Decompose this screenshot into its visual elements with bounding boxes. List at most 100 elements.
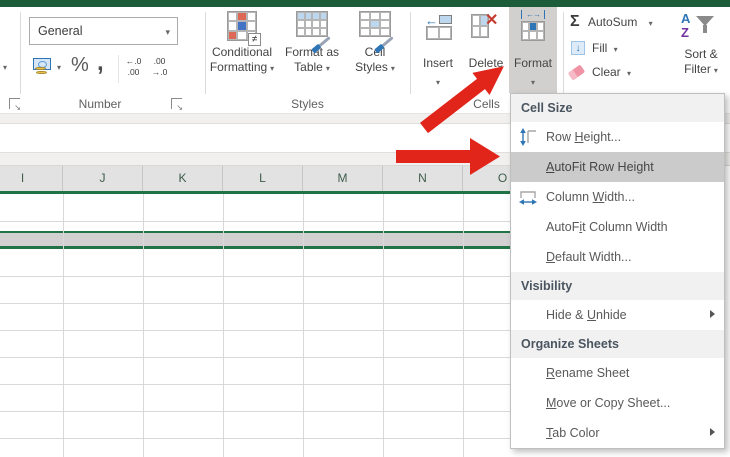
button-label: Insert — [422, 56, 453, 70]
accounting-format-button[interactable]: ▾ — [33, 56, 65, 80]
button-label: Styles — [355, 60, 388, 74]
menu-item-rename-sheet[interactable]: Rename Sheet — [511, 358, 724, 388]
filter-funnel-icon — [703, 25, 707, 33]
row-height-icon — [518, 127, 538, 147]
menu-item-label: Move or Copy Sheet... — [546, 396, 671, 410]
cell-styles-button[interactable]: Cell Styles ▾ — [346, 7, 404, 93]
title-bar — [0, 0, 730, 7]
menu-item-label: Row Height... — [546, 130, 622, 144]
button-label: Formatting — [209, 60, 268, 74]
sort-filter-button[interactable]: A Z Sort & Filter ▾ — [672, 7, 730, 93]
number-format-select[interactable]: General ▾ — [29, 17, 178, 45]
eraser-icon — [567, 64, 586, 81]
sort-filter-icon: A Z — [679, 11, 723, 45]
column-header-J[interactable]: J — [63, 166, 143, 191]
sigma-icon: Σ — [570, 13, 580, 30]
gridline — [0, 438, 513, 439]
gridline — [303, 194, 304, 457]
comma-style-button[interactable]: , — [97, 49, 104, 77]
fill-button[interactable]: ↓ Fill ▾ — [571, 41, 618, 55]
button-label: Sort & — [684, 47, 718, 61]
chevron-down-icon: ▾ — [390, 64, 395, 73]
column-header-K[interactable]: K — [143, 166, 223, 191]
insert-cells-button[interactable]: ← Insert ▾ — [414, 7, 462, 93]
chevron-down-icon[interactable]: ▾ — [627, 69, 631, 78]
column-header-N[interactable]: N — [383, 166, 463, 191]
chevron-down-icon: ▾ — [270, 64, 275, 73]
menu-item-default-width[interactable]: Default Width... — [511, 242, 724, 272]
menu-item-autofit-row-height[interactable]: AutoFit Row Height — [511, 152, 724, 182]
format-as-table-icon — [296, 11, 331, 54]
gridline — [0, 221, 513, 222]
insert-cells-icon: ← — [425, 12, 453, 40]
format-button[interactable]: ←→ Format ▾ — [509, 7, 557, 93]
gridline — [0, 330, 513, 331]
button-label: Fill — [592, 41, 608, 55]
gridline — [223, 194, 224, 457]
gridline — [0, 276, 513, 277]
gridline — [63, 194, 64, 457]
chevron-down-icon: ▾ — [713, 66, 718, 75]
increase-decimal-button[interactable]: ←.0 .00 — [121, 56, 146, 78]
column-header-I[interactable]: I — [0, 166, 63, 191]
column-header-M[interactable]: M — [303, 166, 383, 191]
excel-window: ▾ General ▾ ▾ % , ←.0 .00 .00 →.0 Number — [0, 0, 730, 457]
selection-border — [0, 246, 513, 249]
number-dialog-launcher-icon[interactable] — [171, 98, 183, 112]
chevron-down-icon[interactable]: ▾ — [614, 45, 618, 54]
menu-section-header-visibility: Visibility — [511, 272, 724, 300]
button-label: Conditional — [211, 45, 273, 59]
menu-item-label: AutoFit Column Width — [546, 220, 668, 234]
decrease-decimal-button[interactable]: .00 →.0 — [147, 56, 172, 78]
button-label: Clear — [592, 65, 621, 79]
styles-group-label: Styles — [291, 97, 324, 111]
column-headers[interactable]: IJKLMNO — [0, 166, 513, 191]
menu-item-column-width[interactable]: Column Width... — [511, 182, 724, 212]
selection-border — [0, 231, 513, 233]
chevron-down-icon: ▾ — [325, 64, 330, 73]
format-as-table-button[interactable]: Format as Table ▾ — [280, 7, 344, 93]
menu-item-label: Default Width... — [546, 250, 632, 264]
menu-item-hide-unhide[interactable]: Hide & Unhide — [511, 300, 724, 330]
width-arrow-icon: ←→ — [521, 10, 545, 19]
column-width-icon — [518, 187, 538, 207]
chevron-down-icon[interactable]: ▾ — [57, 63, 61, 72]
menu-item-move-or-copy-sheet[interactable]: Move or Copy Sheet... — [511, 388, 724, 418]
autosum-button[interactable]: Σ AutoSum ▾ — [570, 13, 653, 31]
header-selection-underline — [0, 191, 513, 194]
menu-item-row-height[interactable]: Row Height... — [511, 122, 724, 152]
percent-style-button[interactable]: % — [71, 54, 89, 77]
clear-button[interactable]: Clear ▾ — [567, 64, 631, 81]
menu-item-tab-color[interactable]: Tab Color — [511, 418, 724, 448]
sort-a-icon: A — [681, 11, 691, 26]
gridline — [463, 194, 464, 457]
spreadsheet-grid[interactable]: IJKLMNO — [0, 166, 513, 457]
menu-item-label: Column Width... — [546, 190, 635, 204]
sort-z-icon: Z — [681, 25, 689, 40]
coin-icon — [35, 67, 46, 70]
divider — [118, 55, 119, 83]
fill-down-icon: ↓ — [571, 41, 585, 55]
button-label: Delete — [468, 56, 504, 70]
delete-cells-button[interactable]: ✕ Delete ▾ — [462, 7, 510, 93]
menu-item-label: Hide & Unhide — [546, 308, 627, 322]
chevron-down-icon[interactable]: ▾ — [165, 19, 170, 45]
column-header-O[interactable]: O — [463, 166, 513, 191]
submenu-arrow-icon — [710, 310, 715, 318]
chevron-down-icon[interactable]: ▾ — [649, 19, 653, 28]
button-label: AutoSum — [587, 15, 638, 29]
selected-row[interactable] — [0, 233, 513, 246]
gridline — [0, 357, 513, 358]
chevron-down-icon[interactable]: ▾ — [3, 63, 7, 72]
conditional-formatting-button[interactable]: ≠ Conditional Formatting ▾ — [206, 7, 278, 93]
delete-cells-icon: ✕ — [471, 12, 501, 40]
dialog-launcher-icon[interactable] — [9, 98, 21, 112]
format-dropdown-menu: Cell Size Row Height... AutoFit Row Height… — [510, 93, 725, 449]
column-header-L[interactable]: L — [223, 166, 303, 191]
format-icon: ←→ — [520, 10, 546, 42]
menu-item-autofit-column-width[interactable]: AutoFit Column Width — [511, 212, 724, 242]
group-separator — [20, 12, 21, 94]
group-separator — [563, 12, 564, 94]
button-label: Table — [294, 60, 323, 74]
menu-section-header-cell-size: Cell Size — [511, 94, 724, 122]
